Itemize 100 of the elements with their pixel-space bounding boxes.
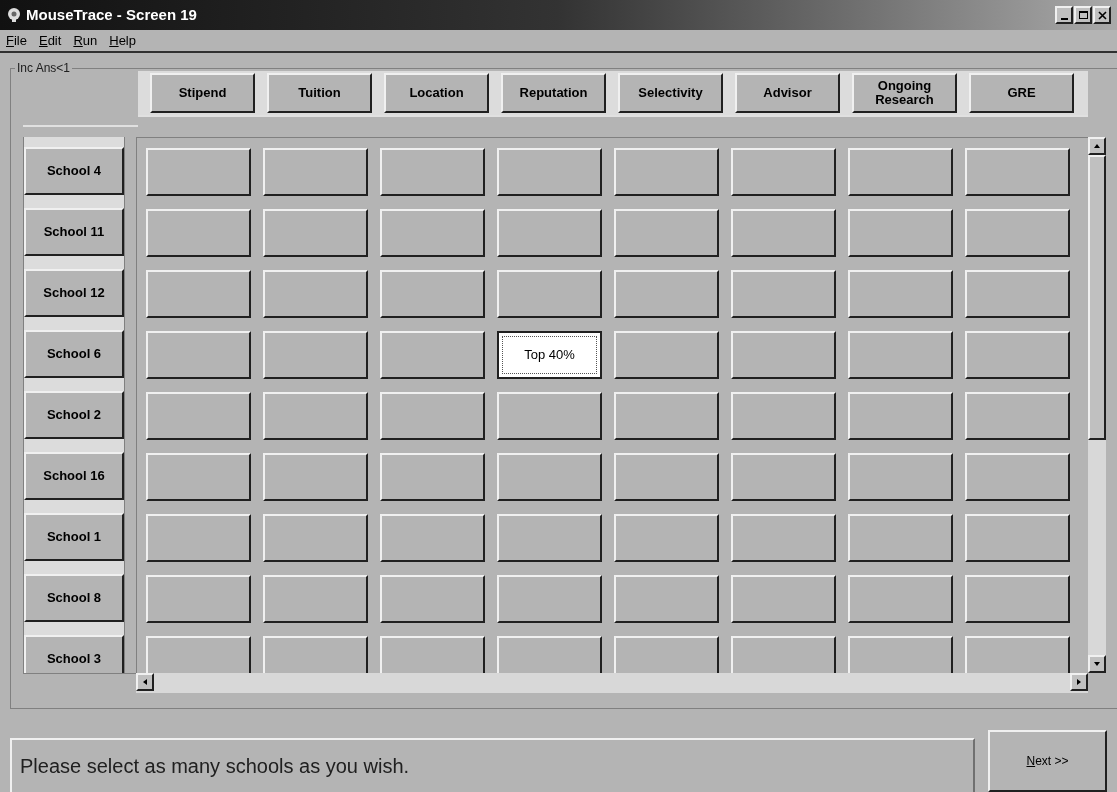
hidden-cell-button[interactable] xyxy=(146,636,251,673)
hidden-cell-button[interactable] xyxy=(614,453,719,501)
hidden-cell-button[interactable] xyxy=(731,209,836,257)
close-button[interactable] xyxy=(1093,6,1111,24)
school-button[interactable]: School 2 xyxy=(24,391,124,439)
attribute-header-button[interactable]: Stipend xyxy=(150,73,255,113)
hidden-cell-button[interactable] xyxy=(614,636,719,673)
attribute-header-button[interactable]: Selectivity xyxy=(618,73,723,113)
hidden-cell-button[interactable] xyxy=(146,453,251,501)
hidden-cell-button[interactable] xyxy=(965,209,1070,257)
hidden-cell-button[interactable] xyxy=(731,331,836,379)
attribute-header-button[interactable]: Location xyxy=(384,73,489,113)
hidden-cell-button[interactable] xyxy=(263,392,368,440)
hidden-cell-button[interactable] xyxy=(731,270,836,318)
hidden-cell-button[interactable] xyxy=(263,453,368,501)
school-button[interactable]: School 6 xyxy=(24,330,124,378)
scroll-thumb[interactable] xyxy=(1088,155,1106,440)
hidden-cell-button[interactable] xyxy=(380,575,485,623)
attribute-header-button[interactable]: Tuition xyxy=(267,73,372,113)
hidden-cell-button[interactable] xyxy=(965,514,1070,562)
vertical-scrollbar[interactable] xyxy=(1088,137,1106,673)
hidden-cell-button[interactable] xyxy=(731,636,836,673)
hidden-cell-button[interactable] xyxy=(380,514,485,562)
hidden-cell-button[interactable] xyxy=(731,453,836,501)
hidden-cell-button[interactable] xyxy=(614,209,719,257)
hidden-cell-button[interactable] xyxy=(380,636,485,673)
hidden-cell-button[interactable] xyxy=(146,331,251,379)
hidden-cell-button[interactable] xyxy=(380,209,485,257)
hidden-cell-button[interactable] xyxy=(380,270,485,318)
hidden-cell-button[interactable] xyxy=(263,636,368,673)
hidden-cell-button[interactable] xyxy=(263,270,368,318)
hidden-cell-button[interactable] xyxy=(614,331,719,379)
hidden-cell-button[interactable] xyxy=(263,331,368,379)
hidden-cell-button[interactable] xyxy=(146,148,251,196)
school-button[interactable]: School 11 xyxy=(24,208,124,256)
hidden-cell-button[interactable] xyxy=(380,148,485,196)
hidden-cell-button[interactable] xyxy=(497,148,602,196)
hidden-cell-button[interactable] xyxy=(965,453,1070,501)
hidden-cell-button[interactable] xyxy=(380,331,485,379)
hidden-cell-button[interactable] xyxy=(848,148,953,196)
school-button[interactable]: School 3 xyxy=(24,635,124,673)
menu-item[interactable]: Edit xyxy=(38,30,62,51)
hidden-cell-button[interactable] xyxy=(614,392,719,440)
hidden-cell-button[interactable] xyxy=(731,575,836,623)
hidden-cell-button[interactable] xyxy=(965,575,1070,623)
school-button[interactable]: School 8 xyxy=(24,574,124,622)
hidden-cell-button[interactable] xyxy=(731,392,836,440)
hidden-cell-button[interactable] xyxy=(146,575,251,623)
hidden-cell-button[interactable] xyxy=(263,575,368,623)
hidden-cell-button[interactable] xyxy=(497,270,602,318)
attribute-header-button[interactable]: Reputation xyxy=(501,73,606,113)
hidden-cell-button[interactable] xyxy=(848,575,953,623)
hidden-cell-button[interactable] xyxy=(848,636,953,673)
minimize-button[interactable] xyxy=(1055,6,1073,24)
hidden-cell-button[interactable] xyxy=(965,636,1070,673)
hidden-cell-button[interactable] xyxy=(497,209,602,257)
hidden-cell-button[interactable] xyxy=(380,392,485,440)
hidden-cell-button[interactable] xyxy=(497,575,602,623)
menu-item[interactable]: Help xyxy=(109,30,136,51)
hidden-cell-button[interactable] xyxy=(965,148,1070,196)
hidden-cell-button[interactable] xyxy=(263,514,368,562)
school-button[interactable]: School 12 xyxy=(24,269,124,317)
hidden-cell-button[interactable] xyxy=(497,453,602,501)
hidden-cell-button[interactable] xyxy=(848,331,953,379)
menu-item[interactable]: Run xyxy=(73,30,98,51)
hidden-cell-button[interactable] xyxy=(497,636,602,673)
hidden-cell-button[interactable] xyxy=(848,453,953,501)
hidden-cell-button[interactable] xyxy=(614,514,719,562)
hidden-cell-button[interactable] xyxy=(965,331,1070,379)
attribute-header-button[interactable]: GRE xyxy=(969,73,1074,113)
hidden-cell-button[interactable] xyxy=(146,392,251,440)
menu-item[interactable]: File xyxy=(6,30,27,51)
horizontal-scrollbar[interactable] xyxy=(136,673,1088,693)
hidden-cell-button[interactable] xyxy=(965,392,1070,440)
school-button[interactable]: School 16 xyxy=(24,452,124,500)
hidden-cell-button[interactable] xyxy=(731,514,836,562)
hidden-cell-button[interactable] xyxy=(848,209,953,257)
hidden-cell-button[interactable] xyxy=(848,270,953,318)
hidden-cell-button[interactable] xyxy=(380,453,485,501)
hidden-cell-button[interactable] xyxy=(614,270,719,318)
hidden-cell-button[interactable] xyxy=(848,514,953,562)
school-button[interactable]: School 4 xyxy=(24,147,124,195)
hidden-cell-button[interactable] xyxy=(263,209,368,257)
hidden-cell-button[interactable] xyxy=(965,270,1070,318)
school-button[interactable]: School 1 xyxy=(24,513,124,561)
maximize-button[interactable] xyxy=(1074,6,1092,24)
hidden-cell-button[interactable] xyxy=(497,514,602,562)
hidden-cell-button[interactable] xyxy=(497,392,602,440)
hidden-cell-button[interactable] xyxy=(848,392,953,440)
hidden-cell-button[interactable] xyxy=(263,148,368,196)
attribute-header-button[interactable]: Ongoing Research xyxy=(852,73,957,113)
hidden-cell-button[interactable] xyxy=(146,270,251,318)
hidden-cell-button[interactable] xyxy=(146,209,251,257)
hidden-cell-button[interactable] xyxy=(731,148,836,196)
value-cell[interactable]: Top 40% xyxy=(497,331,602,379)
hidden-cell-button[interactable] xyxy=(614,148,719,196)
hidden-cell-button[interactable] xyxy=(614,575,719,623)
hidden-cell-button[interactable] xyxy=(146,514,251,562)
next-button[interactable]: Next >> xyxy=(988,730,1107,792)
attribute-header-button[interactable]: Advisor xyxy=(735,73,840,113)
